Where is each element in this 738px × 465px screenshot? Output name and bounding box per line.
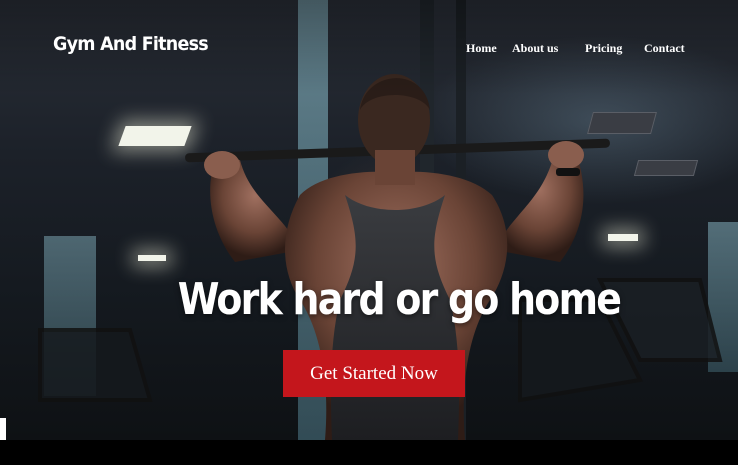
brand-logo-text[interactable]: Gym And Fitness (53, 33, 209, 55)
nav-link-home[interactable]: Home (466, 41, 497, 56)
top-navigation-bar: Gym And Fitness Home About us Pricing Co… (0, 0, 738, 95)
get-started-button[interactable]: Get Started Now (283, 350, 465, 397)
nav-link-contact[interactable]: Contact (644, 41, 685, 56)
scroll-indicator (0, 418, 6, 440)
hero-headline: Work hard or go home (177, 274, 622, 325)
nav-link-about-us[interactable]: About us (512, 41, 558, 56)
nav-link-pricing[interactable]: Pricing (585, 41, 622, 56)
page-bottom-strip (0, 440, 738, 465)
